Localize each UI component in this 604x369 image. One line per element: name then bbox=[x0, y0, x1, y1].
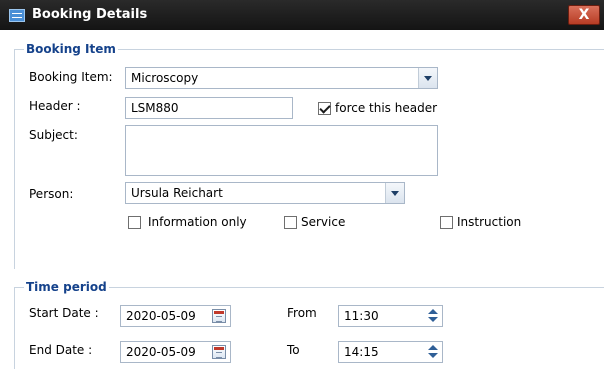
person-label: Person: bbox=[29, 187, 74, 201]
window-titlebar: Booking Details X bbox=[0, 0, 604, 30]
to-label: To bbox=[287, 343, 300, 357]
from-label: From bbox=[287, 306, 317, 320]
header-input[interactable]: LSM880 bbox=[125, 97, 293, 119]
person-combo[interactable]: Ursula Reichart bbox=[125, 182, 405, 204]
subject-label: Subject: bbox=[29, 128, 78, 142]
service-label: Service bbox=[301, 215, 346, 229]
window-icon bbox=[9, 9, 25, 22]
close-button[interactable]: X bbox=[568, 5, 600, 25]
start-date-label: Start Date : bbox=[29, 306, 99, 320]
force-header-label: force this header bbox=[335, 101, 438, 115]
header-label: Header : bbox=[29, 99, 81, 113]
calendar-icon[interactable] bbox=[212, 345, 226, 359]
instruction-checkbox[interactable] bbox=[440, 216, 453, 229]
instruction-label: Instruction bbox=[457, 215, 522, 229]
header-value: LSM880 bbox=[131, 101, 179, 115]
booking-item-value: Microscopy bbox=[131, 71, 199, 85]
to-time-value: 14:15 bbox=[344, 345, 379, 359]
booking-item-legend: Booking Item bbox=[24, 42, 118, 56]
chevron-down-icon[interactable] bbox=[418, 68, 437, 88]
person-value: Ursula Reichart bbox=[131, 186, 223, 200]
information-only-label: Information only bbox=[148, 215, 247, 229]
from-time-field[interactable]: 11:30 bbox=[338, 305, 443, 327]
window-title: Booking Details bbox=[32, 7, 148, 22]
end-date-value: 2020-05-09 bbox=[126, 345, 196, 359]
service-checkbox[interactable] bbox=[284, 216, 297, 229]
close-icon: X bbox=[578, 7, 590, 23]
booking-item-combo[interactable]: Microscopy bbox=[125, 67, 438, 89]
subject-textarea[interactable] bbox=[125, 125, 438, 176]
time-period-group-left-border bbox=[14, 287, 15, 369]
start-date-value: 2020-05-09 bbox=[126, 309, 196, 323]
time-period-legend: Time period bbox=[24, 280, 109, 294]
to-time-field[interactable]: 14:15 bbox=[338, 341, 443, 363]
up-down-arrows-icon[interactable] bbox=[426, 308, 440, 324]
information-only-checkbox[interactable] bbox=[128, 216, 141, 229]
end-date-label: End Date : bbox=[29, 343, 93, 357]
booking-item-group-left-border bbox=[14, 49, 15, 269]
from-time-value: 11:30 bbox=[344, 309, 379, 323]
end-date-field[interactable]: 2020-05-09 bbox=[120, 341, 231, 363]
calendar-icon[interactable] bbox=[212, 309, 226, 323]
force-header-checkbox[interactable] bbox=[318, 102, 331, 115]
start-date-field[interactable]: 2020-05-09 bbox=[120, 305, 231, 327]
booking-form: Booking Item Booking Item: Microscopy He… bbox=[0, 30, 604, 369]
up-down-arrows-icon[interactable] bbox=[426, 344, 440, 360]
chevron-down-icon[interactable] bbox=[385, 183, 404, 203]
booking-item-label: Booking Item: bbox=[29, 70, 113, 84]
